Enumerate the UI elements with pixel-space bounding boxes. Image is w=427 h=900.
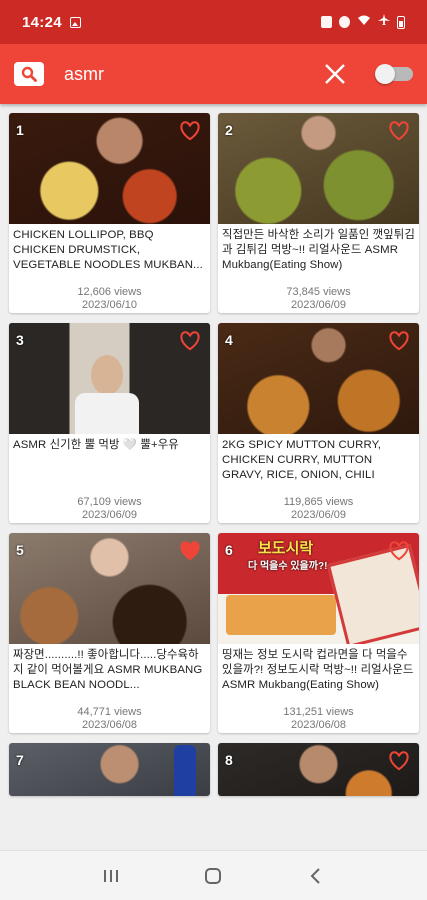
video-card[interactable]: 7 — [9, 743, 210, 796]
video-thumbnail[interactable]: 2 — [218, 113, 419, 224]
video-thumbnail[interactable]: 8 — [218, 743, 419, 796]
video-thumbnail[interactable]: 7 — [9, 743, 210, 796]
view-count: 73,845 views — [286, 286, 351, 298]
search-icon — [21, 66, 37, 82]
video-title: 직접만든 바삭한 소리가 일품인 깻잎튀김과 김튀김 먹방~!! 리얼사운드 A… — [222, 229, 415, 271]
heart-outline-icon[interactable] — [388, 541, 410, 561]
view-count: 119,865 views — [283, 496, 354, 508]
upload-date: 2023/06/08 — [81, 719, 138, 731]
home-icon — [205, 867, 222, 884]
video-grid: 1 CHICKEN LOLLIPOP, BBQ CHICKEN DRUMSTIC… — [9, 113, 420, 800]
alarm-icon — [339, 16, 350, 28]
video-title: ASMR 신기한 뿔 먹방 🤍 뿔+우유 — [13, 439, 179, 451]
back-button[interactable] — [296, 856, 336, 896]
recents-button[interactable] — [91, 856, 131, 896]
video-title: 2KG SPICY MUTTON CURRY, CHICKEN CURRY, M… — [222, 439, 382, 481]
upload-date: 2023/06/10 — [81, 299, 138, 311]
upload-date: 2023/06/09 — [290, 299, 347, 311]
search-query-text[interactable]: asmr — [64, 64, 104, 85]
thumbnail-subcaption: 다 먹을수 있을까?! — [248, 561, 328, 572]
video-card[interactable]: 4 2KG SPICY MUTTON CURRY, CHICKEN CURRY,… — [218, 323, 419, 523]
recents-icon — [104, 869, 119, 882]
upload-date: 2023/06/09 — [81, 509, 138, 521]
rank-number: 1 — [16, 122, 24, 138]
airplane-icon — [378, 13, 390, 31]
video-title: 짜장면..........!! 좋아합니다.....당수육하지 같이 먹어볼게요… — [13, 649, 203, 691]
video-card[interactable]: 8 — [218, 743, 419, 796]
sim-icon — [321, 16, 332, 28]
heart-outline-icon[interactable] — [179, 331, 201, 351]
upload-date: 2023/06/08 — [290, 719, 347, 731]
video-title: CHICKEN LOLLIPOP, BBQ CHICKEN DRUMSTICK,… — [13, 229, 203, 271]
view-count: 131,251 views — [283, 706, 354, 718]
rank-number: 5 — [16, 542, 24, 558]
heart-outline-icon[interactable] — [388, 121, 410, 141]
video-thumbnail[interactable]: 3 — [9, 323, 210, 434]
search-button[interactable] — [14, 62, 44, 86]
video-thumbnail[interactable]: 4 — [218, 323, 419, 434]
view-count: 44,771 views — [77, 706, 142, 718]
rank-number: 3 — [16, 332, 24, 348]
battery-icon — [397, 15, 405, 29]
status-time: 14:24 — [22, 13, 62, 31]
video-card[interactable]: 5 짜장면..........!! 좋아합니다.....당수육하지 같이 먹어볼… — [9, 533, 210, 733]
video-card[interactable]: 2 직접만든 바삭한 소리가 일품인 깻잎튀김과 김튀김 먹방~!! 리얼사운드… — [218, 113, 419, 313]
rank-number: 4 — [225, 332, 233, 348]
thumbnail-caption: 보도시락 — [258, 540, 314, 557]
heart-outline-icon[interactable] — [179, 121, 201, 141]
toggle-knob — [375, 64, 395, 84]
video-card[interactable]: 1 CHICKEN LOLLIPOP, BBQ CHICKEN DRUMSTIC… — [9, 113, 210, 313]
view-count: 12,606 views — [77, 286, 142, 298]
view-count: 67,109 views — [77, 496, 142, 508]
video-thumbnail[interactable]: 1 — [9, 113, 210, 224]
clear-search-button[interactable] — [323, 62, 347, 86]
system-nav-bar — [0, 850, 427, 900]
video-thumbnail[interactable]: 5 — [9, 533, 210, 644]
back-icon — [310, 867, 320, 884]
heart-outline-icon[interactable] — [388, 751, 410, 771]
heart-filled-icon[interactable] — [179, 541, 201, 561]
rank-number: 8 — [225, 752, 233, 768]
close-icon — [325, 64, 345, 84]
app-bar: asmr — [0, 44, 427, 104]
mode-toggle[interactable] — [375, 64, 413, 84]
rank-number: 7 — [16, 752, 24, 768]
heart-outline-icon[interactable] — [388, 331, 410, 351]
home-button[interactable] — [193, 856, 233, 896]
rank-number: 6 — [225, 542, 233, 558]
video-title: 띵재는 정보 도시락 컵라면을 다 먹을수있을까?! 정보도시락 먹방~!! 리… — [222, 649, 414, 691]
video-thumbnail[interactable]: 보도시락 다 먹을수 있을까?! 6 — [218, 533, 419, 644]
video-card[interactable]: 3 ASMR 신기한 뿔 먹방 🤍 뿔+우유 67,109 views 2023… — [9, 323, 210, 523]
status-icons — [321, 13, 405, 31]
rank-number: 2 — [225, 122, 233, 138]
gallery-notification-icon — [69, 16, 81, 28]
video-card[interactable]: 보도시락 다 먹을수 있을까?! 6 띵재는 정보 도시락 컵라면을 다 먹을수… — [218, 533, 419, 733]
status-bar: 14:24 — [0, 0, 427, 44]
wifi-icon — [357, 13, 371, 31]
upload-date: 2023/06/09 — [290, 509, 347, 521]
